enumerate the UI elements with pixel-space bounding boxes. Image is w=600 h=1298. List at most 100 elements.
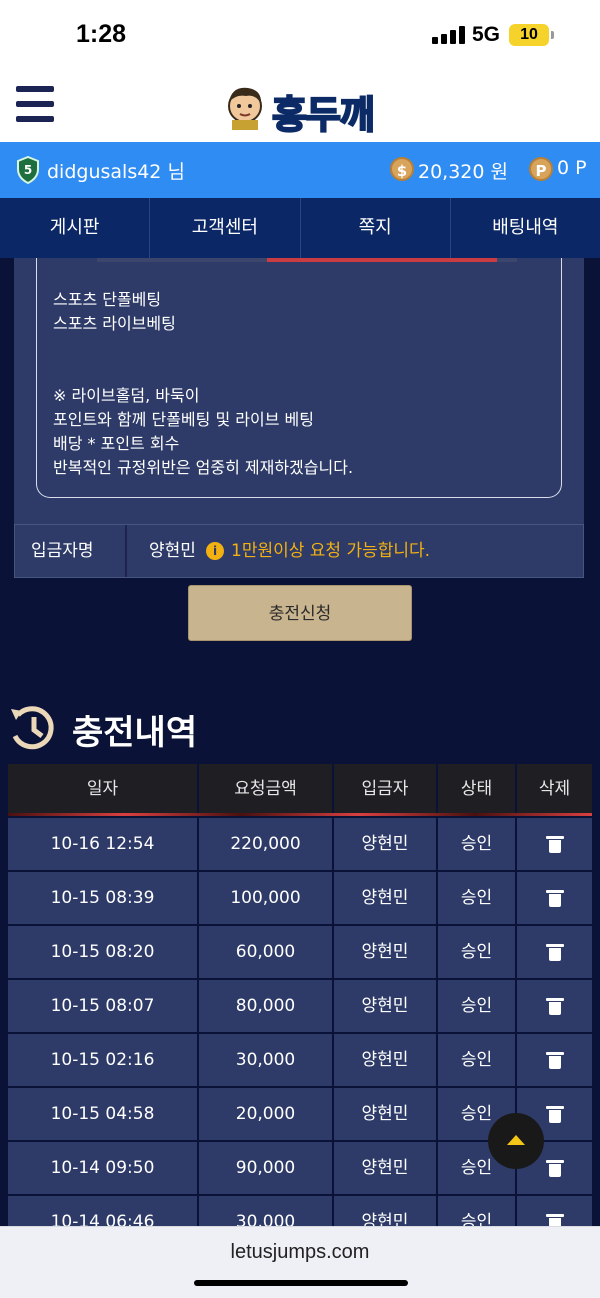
- column-header-status: 상태: [438, 764, 517, 816]
- points-balance: 0 P: [557, 157, 587, 179]
- browser-address-bar: letusjumps.com: [0, 1226, 600, 1298]
- trash-icon[interactable]: [545, 889, 564, 907]
- trash-icon[interactable]: [545, 835, 564, 853]
- cell-date: 10-15 02:16: [8, 1034, 199, 1086]
- cell-depositor: 양현민: [334, 872, 438, 924]
- money-balance: 20,320 원: [418, 161, 509, 183]
- network-type: 5G: [472, 23, 501, 46]
- cell-depositor: 양현민: [334, 1034, 438, 1086]
- trash-icon[interactable]: [545, 997, 564, 1015]
- column-header-amount: 요청금액: [199, 764, 334, 816]
- trash-icon[interactable]: [545, 1159, 564, 1177]
- column-header-depositor: 입금자: [334, 764, 438, 816]
- table-row: 10-15 08:39 100,000 양현민 승인: [8, 870, 592, 924]
- depositor-name: 양현민: [149, 541, 196, 561]
- column-header-delete: 삭제: [538, 779, 571, 799]
- menu-icon[interactable]: [16, 86, 54, 122]
- table-header: 일자 요청금액 입금자 상태 삭제: [8, 764, 592, 816]
- cell-amount: 30,000: [199, 1034, 334, 1086]
- battery-icon: 10: [509, 24, 554, 46]
- cell-delete: [517, 1034, 592, 1086]
- trash-icon[interactable]: [545, 1105, 564, 1123]
- status-time: 1:28: [76, 20, 127, 48]
- site-logo[interactable]: 홍두깨: [218, 78, 384, 138]
- home-indicator[interactable]: [194, 1280, 408, 1286]
- cell-date: 10-15 08:39: [8, 872, 199, 924]
- charge-panel: 스포츠 단폴베팅 스포츠 라이브베팅 ※ 라이브홀덤, 바둑이 포인트와 함께 …: [14, 258, 584, 578]
- main-content[interactable]: 스포츠 단폴베팅 스포츠 라이브베팅 ※ 라이브홀덤, 바둑이 포인트와 함께 …: [0, 258, 600, 1226]
- url-text[interactable]: letusjumps.com: [0, 1241, 600, 1264]
- cell-amount: 90,000: [199, 1142, 334, 1194]
- notice-box: 스포츠 단폴베팅 스포츠 라이브베팅 ※ 라이브홀덤, 바둑이 포인트와 함께 …: [36, 258, 562, 498]
- cell-amount: 60,000: [199, 926, 334, 978]
- level-shield-icon: 5: [17, 156, 39, 184]
- site-header: 홍두깨: [0, 70, 600, 142]
- cell-status: 승인: [438, 980, 517, 1032]
- cell-delete: [517, 926, 592, 978]
- cell-date: 10-15 08:07: [8, 980, 199, 1032]
- table-row: 10-15 08:20 60,000 양현민 승인: [8, 924, 592, 978]
- username[interactable]: didgusals42 님: [47, 157, 185, 184]
- cell-delete: [517, 1196, 592, 1226]
- cell-depositor: 양현민: [334, 818, 438, 870]
- history-title: 충전내역: [72, 713, 198, 753]
- trash-icon[interactable]: [545, 1213, 564, 1226]
- cell-delete: [517, 818, 592, 870]
- cell-delete: [517, 980, 592, 1032]
- svg-text:5: 5: [24, 163, 32, 177]
- cell-date: 10-16 12:54: [8, 818, 199, 870]
- money-coin-icon: $: [390, 157, 414, 181]
- cell-depositor: 양현민: [334, 1142, 438, 1194]
- history-icon: [11, 706, 54, 750]
- notice-cut-heading: [97, 258, 517, 262]
- cell-status: 승인: [438, 818, 517, 870]
- cell-status: 승인: [438, 1034, 517, 1086]
- cell-amount: 100,000: [199, 872, 334, 924]
- notice-line: 포인트와 함께 단폴베팅 및 라이브 베팅: [53, 410, 314, 429]
- main-nav: 게시판 고객센터 쪽지 배팅내역: [0, 198, 600, 258]
- cell-date: 10-14 09:50: [8, 1142, 199, 1194]
- ios-status-bar: 1:28 5G 10: [0, 0, 600, 70]
- table-row: 10-15 08:07 80,000 양현민 승인: [8, 978, 592, 1032]
- column-header-date: 일자: [8, 764, 199, 816]
- notice-line: 배당 * 포인트 회수: [53, 434, 180, 453]
- cell-amount: 220,000: [199, 818, 334, 870]
- cell-amount: 20,000: [199, 1088, 334, 1140]
- table-row: 10-15 02:16 30,000 양현민 승인: [8, 1032, 592, 1086]
- cell-status: 승인: [438, 1196, 517, 1226]
- nav-item-board[interactable]: 게시판: [0, 198, 151, 258]
- depositor-row: 입금자명 양현민 i 1만원이상 요청 가능합니다.: [14, 524, 584, 578]
- cell-status: 승인: [438, 926, 517, 978]
- nav-item-messages[interactable]: 쪽지: [301, 198, 451, 258]
- cellular-signal-icon: [432, 26, 466, 44]
- trash-icon[interactable]: [545, 1051, 564, 1069]
- cell-date: 10-14 06:46: [8, 1196, 199, 1226]
- notice-line: 스포츠 라이브베팅: [53, 314, 176, 333]
- table-row: 10-14 06:46 30,000 양현민 승인: [8, 1194, 592, 1226]
- cell-status: 승인: [438, 872, 517, 924]
- cell-amount: 30,000: [199, 1196, 334, 1226]
- charge-request-button[interactable]: 충전신청: [188, 585, 412, 641]
- table-row: 10-16 12:54 220,000 양현민 승인: [8, 816, 592, 870]
- notice-line: 반복적인 규정위반은 엄중히 제재하겠습니다.: [53, 458, 354, 477]
- cell-date: 10-15 04:58: [8, 1088, 199, 1140]
- cell-depositor: 양현민: [334, 1196, 438, 1226]
- notice-line: ※ 라이브홀덤, 바둑이: [53, 386, 200, 405]
- nav-item-customer-center[interactable]: 고객센터: [150, 198, 301, 258]
- nav-item-betting-history[interactable]: 배팅내역: [451, 198, 600, 258]
- cell-date: 10-15 08:20: [8, 926, 199, 978]
- trash-icon[interactable]: [545, 943, 564, 961]
- user-info-bar: 5 didgusals42 님 $ 20,320 원 P 0 P: [0, 142, 600, 198]
- scroll-to-top-button[interactable]: [488, 1113, 544, 1169]
- cell-depositor: 양현민: [334, 980, 438, 1032]
- minimum-amount-notice: 1만원이상 요청 가능합니다.: [231, 541, 431, 561]
- notice-line: 스포츠 단폴베팅: [53, 290, 162, 309]
- logo-text: 홍두깨: [271, 92, 376, 138]
- cell-depositor: 양현민: [334, 926, 438, 978]
- info-icon: i: [206, 542, 224, 560]
- mascot-icon: [228, 87, 262, 130]
- cell-amount: 80,000: [199, 980, 334, 1032]
- cell-delete: [517, 872, 592, 924]
- points-coin-icon: P: [529, 157, 553, 181]
- depositor-label: 입금자명: [15, 525, 127, 577]
